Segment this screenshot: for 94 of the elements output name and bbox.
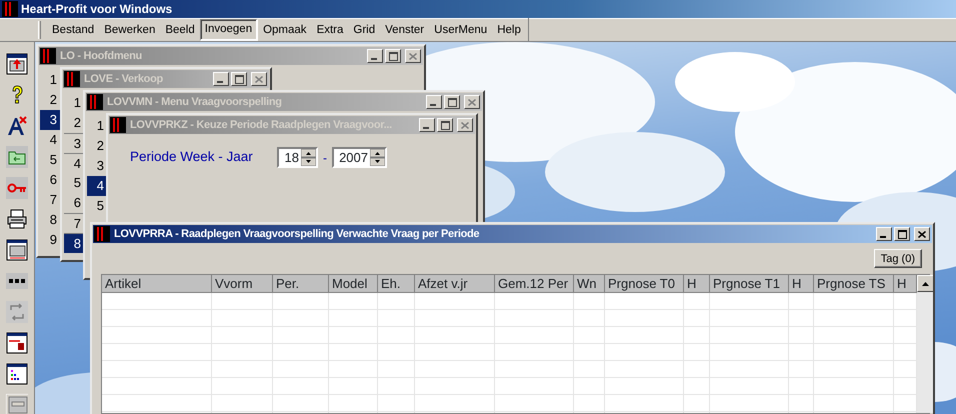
minimize-button[interactable]: [426, 95, 442, 109]
scrollbar[interactable]: [917, 275, 933, 413]
close-button[interactable]: [251, 72, 267, 86]
tag-button[interactable]: Tag (0): [874, 249, 922, 268]
menu-number[interactable]: 3: [40, 110, 60, 130]
menu-number[interactable]: 5: [64, 173, 84, 193]
menu-number[interactable]: 8: [40, 210, 60, 230]
maximize-button[interactable]: [437, 118, 453, 132]
logo-icon: [94, 226, 110, 242]
exit-icon[interactable]: [6, 53, 28, 75]
window-title: LO - Hoofdmenu: [60, 48, 142, 64]
dots-icon[interactable]: [6, 270, 28, 292]
menu-number[interactable]: 5: [87, 196, 107, 216]
minimize-button[interactable]: [876, 227, 892, 241]
maximize-icon[interactable]: [898, 230, 906, 238]
close-button[interactable]: [457, 118, 473, 132]
maximize-icon[interactable]: [388, 52, 398, 60]
column-header[interactable]: Afzet v.jr: [415, 275, 495, 293]
year-field[interactable]: 2007: [332, 147, 387, 168]
menu-number[interactable]: 5: [40, 150, 60, 170]
menu-number[interactable]: 4: [87, 176, 107, 196]
column-header[interactable]: Per.: [273, 275, 329, 293]
menu-number[interactable]: 1: [64, 93, 84, 113]
column-header[interactable]: Artikel: [102, 275, 212, 293]
key-icon[interactable]: [6, 177, 28, 199]
menu-item[interactable]: Grid: [348, 20, 380, 40]
menu-item[interactable]: Venster: [380, 20, 430, 40]
menu-number[interactable]: 3: [87, 156, 107, 176]
close-button[interactable]: [914, 227, 930, 241]
column-header[interactable]: Model: [329, 275, 378, 293]
menu-number[interactable]: 4: [40, 130, 60, 150]
column-header[interactable]: Gem.12 Per: [495, 275, 574, 293]
column-header[interactable]: Vvorm: [212, 275, 273, 293]
menu-item[interactable]: Bewerken: [99, 20, 160, 40]
menu-number[interactable]: 2: [87, 136, 107, 156]
column-header[interactable]: H: [684, 275, 710, 293]
window-icon[interactable]: [6, 239, 28, 261]
logo-icon: [2, 1, 18, 17]
font-icon[interactable]: [6, 115, 28, 137]
close-icon[interactable]: [918, 230, 926, 238]
minimize-button[interactable]: [367, 49, 383, 63]
menu-number[interactable]: 1: [40, 70, 60, 90]
close-button[interactable]: [464, 95, 480, 109]
column-header[interactable]: Prgnose TS: [814, 275, 894, 293]
spin-arrows-icon[interactable]: [370, 149, 385, 166]
menu-number[interactable]: 6: [64, 193, 84, 213]
menu-item[interactable]: Help: [492, 20, 526, 40]
folder-icon[interactable]: [6, 146, 28, 168]
column-header[interactable]: Prgnose T0: [605, 275, 684, 293]
logo-icon: [87, 94, 103, 110]
maximize-icon[interactable]: [440, 120, 450, 130]
column-header[interactable]: Eh.: [378, 275, 415, 293]
minimize-button[interactable]: [213, 72, 229, 86]
menu-number[interactable]: 7: [40, 190, 60, 210]
menu-number[interactable]: 2: [40, 90, 60, 110]
logo-icon: [64, 71, 80, 87]
window-title: LOVVMN - Menu Vraagvoorspelling: [107, 94, 282, 110]
menu-item[interactable]: Opmaak: [258, 20, 312, 40]
maximize-button[interactable]: [894, 227, 910, 241]
maximize-icon[interactable]: [234, 74, 244, 84]
menu-item[interactable]: Beeld: [160, 20, 200, 40]
separator-text: -: [323, 150, 327, 166]
chart-icon[interactable]: [6, 363, 28, 385]
menu-number[interactable]: 2: [64, 113, 84, 133]
window-title: LOVE - Verkoop: [84, 72, 163, 87]
scroll-up-button[interactable]: [917, 275, 933, 292]
menu-item[interactable]: Invoegen: [200, 19, 258, 41]
arrow-up-icon[interactable]: [922, 282, 929, 286]
column-header[interactable]: H: [894, 275, 917, 293]
column-header[interactable]: H: [789, 275, 814, 293]
menu-item[interactable]: Bestand: [47, 20, 100, 40]
menu-item[interactable]: UserMenu: [429, 20, 492, 40]
menu-number[interactable]: 8: [64, 233, 84, 253]
printer-icon[interactable]: [6, 208, 28, 230]
maximize-button[interactable]: [444, 95, 460, 109]
field-label: Periode Week - Jaar: [130, 148, 254, 166]
maximize-icon[interactable]: [448, 98, 456, 106]
maximize-button[interactable]: [385, 49, 401, 63]
maximize-button[interactable]: [231, 72, 247, 86]
menu-number[interactable]: 9: [40, 230, 60, 250]
week-field[interactable]: 18: [277, 147, 318, 168]
menu-number[interactable]: 6: [40, 170, 60, 190]
window-lock-icon[interactable]: [6, 332, 28, 354]
menu-item[interactable]: Extra: [312, 20, 348, 40]
close-button[interactable]: [405, 49, 421, 63]
logo-icon: [110, 117, 126, 133]
app-title: Heart-Profit voor Windows: [21, 1, 172, 18]
spin-arrows-icon[interactable]: [301, 149, 316, 166]
column-header[interactable]: Wn: [574, 275, 605, 293]
column-header[interactable]: Prgnose T1: [710, 275, 789, 293]
menu-number[interactable]: 1: [87, 116, 107, 136]
window-title: LOVVPRRA - Raadplegen Vraagvoorspelling Verwachte Vraag per Periode: [114, 226, 480, 242]
minimize-button[interactable]: [419, 118, 435, 132]
logo-icon: [40, 48, 56, 64]
